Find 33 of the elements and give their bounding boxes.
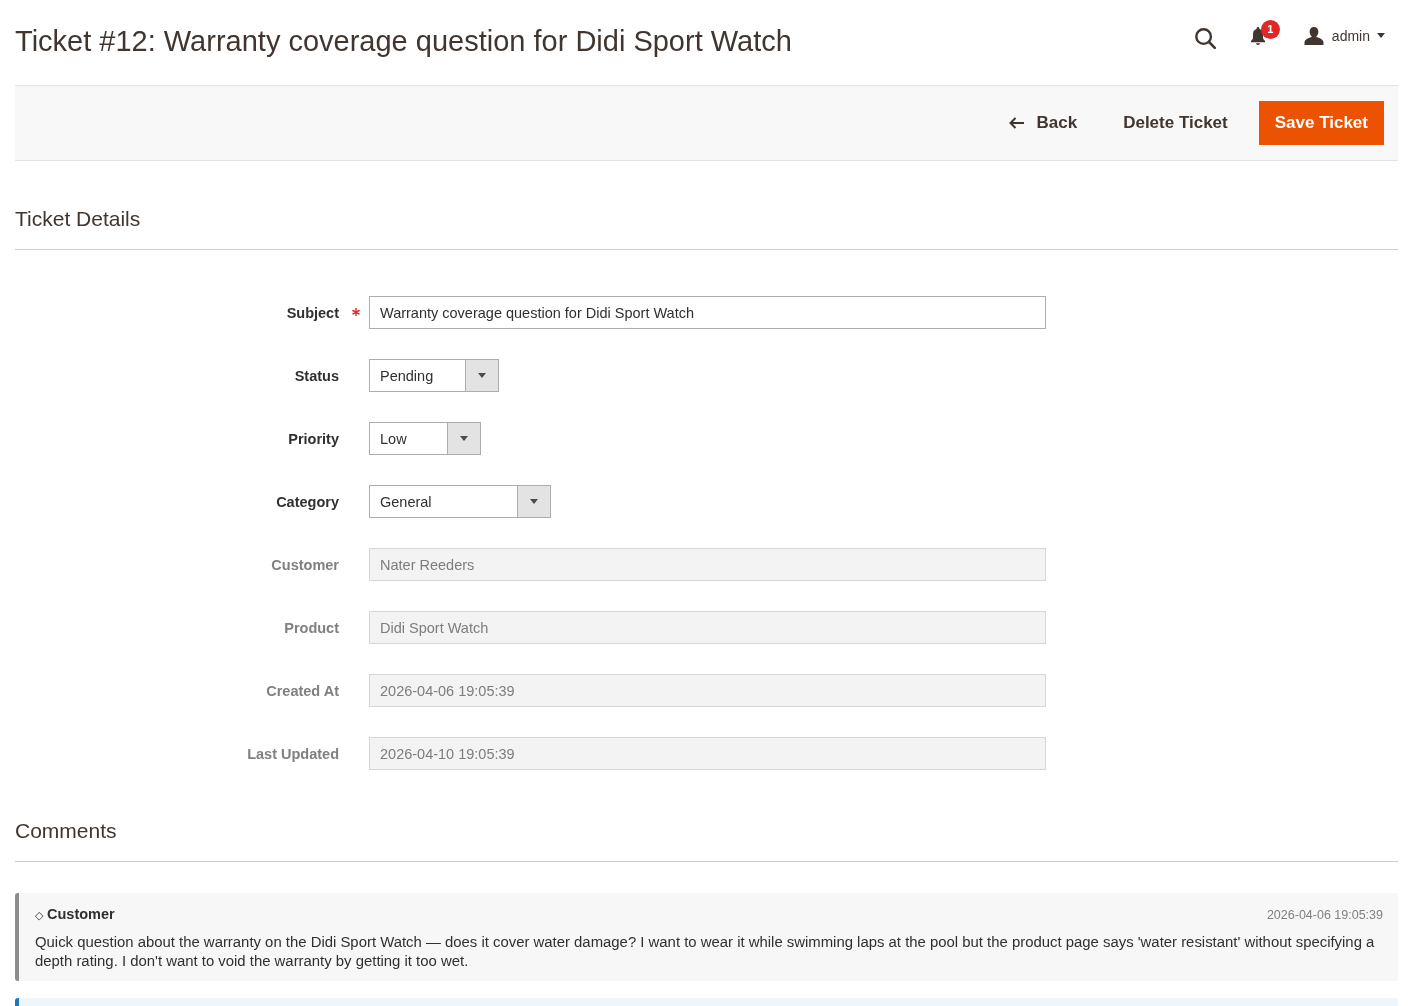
back-button[interactable]: Back <box>993 101 1093 145</box>
caret-icon <box>460 436 468 441</box>
field-label: Subject <box>286 304 339 321</box>
save-button[interactable]: Save Ticket <box>1258 101 1384 145</box>
section-title: Ticket Details <box>15 205 1398 250</box>
field-label: Status <box>294 367 339 384</box>
field-label: Category <box>276 493 339 510</box>
page-title: Ticket #12: Warranty coverage question for Didi Sport Watch <box>15 25 792 58</box>
caret-icon <box>478 373 486 378</box>
field-label: Customer <box>271 556 339 573</box>
section-title: Comments <box>15 817 1398 862</box>
arrow-left-icon <box>1008 117 1024 129</box>
field-label: Priority <box>288 430 339 447</box>
dropdown-field[interactable]: Low <box>369 422 481 455</box>
delete-button[interactable]: Delete Ticket <box>1108 101 1243 145</box>
diamond-marker: ◇ <box>35 908 43 923</box>
search-button[interactable] <box>1194 28 1216 49</box>
field-label: Last Updated <box>247 745 339 762</box>
comment-time: 2026-04-06 19:05:39 <box>1266 907 1383 924</box>
bell-icon <box>1249 26 1266 45</box>
dropdown-field[interactable]: General <box>369 485 551 518</box>
caret-icon <box>1377 33 1385 38</box>
search-icon <box>1194 28 1216 49</box>
notification-count-badge: 1 <box>1260 19 1280 39</box>
user-menu-button[interactable]: admin <box>1303 26 1385 45</box>
caret-icon <box>530 499 538 504</box>
text-field[interactable]: Warranty coverage question for Didi Sport Watch <box>369 296 1046 329</box>
field-label: Product <box>284 619 339 636</box>
user-icon <box>1303 26 1324 45</box>
dropdown-field[interactable]: Pending <box>369 359 499 392</box>
field-label: Created At <box>266 682 339 699</box>
comment-author: Customer <box>47 905 115 924</box>
comment-text: Quick question about the warranty on the Didi Sport Watch — does it cover water damage? I want to wear it while swimming laps at the pool but the product page says 'water resistant' without specifying a depth rating. I don't want to void the warranty by getting it too wet. <box>35 933 1376 971</box>
